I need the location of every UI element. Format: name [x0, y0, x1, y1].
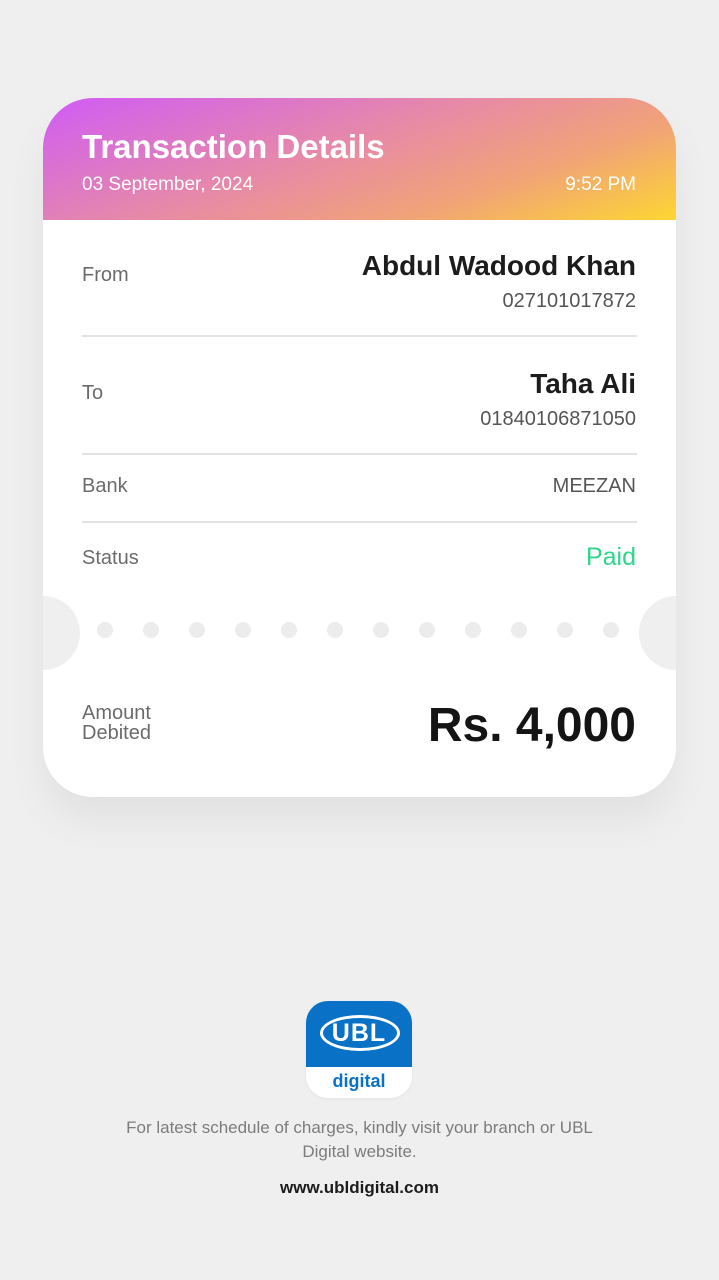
- bank-label: Bank: [82, 475, 128, 497]
- perforation-dot: [143, 622, 159, 638]
- transaction-card: Transaction Details 03 September, 2024 9…: [43, 98, 676, 797]
- logo-subtitle: digital: [332, 1071, 386, 1091]
- perforation-dot: [603, 622, 619, 638]
- ubl-digital-logo: UBL digital: [306, 1001, 412, 1098]
- bank-value: MEEZAN: [552, 475, 636, 497]
- amount-value: Rs. 4,000: [427, 699, 636, 752]
- from-name: Abdul Wadood Khan: [361, 250, 636, 281]
- to-label: To: [82, 382, 104, 404]
- from-label: From: [82, 264, 129, 286]
- amount-label: Amount Debited: [82, 702, 151, 744]
- divider: [82, 521, 637, 523]
- perforation-dot: [557, 622, 573, 638]
- logo-text: UBL: [331, 1019, 387, 1047]
- status-badge: Paid: [585, 543, 636, 571]
- perforation-dot: [281, 622, 297, 638]
- divider: [82, 335, 637, 337]
- perforation-dot: [419, 622, 435, 638]
- ticket-notch-right: [639, 596, 676, 670]
- status-label: Status: [82, 547, 139, 569]
- to-name: Taha Ali: [530, 368, 636, 399]
- transaction-date: 03 September, 2024: [82, 174, 254, 195]
- ticket-notch-left: [43, 596, 80, 670]
- perforation-dot: [511, 622, 527, 638]
- perforation-dot: [465, 622, 481, 638]
- to-account: 01840106871050: [480, 408, 636, 430]
- perforation-dot: [97, 622, 113, 638]
- logo-badge: UBL: [306, 1001, 412, 1067]
- page-title: Transaction Details: [82, 128, 385, 165]
- perforation-dot: [373, 622, 389, 638]
- transaction-time: 9:52 PM: [565, 174, 636, 195]
- card-header: Transaction Details 03 September, 2024 9…: [43, 98, 676, 220]
- website-link[interactable]: www.ubldigital.com: [0, 1178, 719, 1198]
- from-account: 027101017872: [502, 290, 636, 312]
- divider: [82, 453, 637, 455]
- perforation-dot: [189, 622, 205, 638]
- footer-note: For latest schedule of charges, kindly v…: [126, 1118, 593, 1161]
- perforation-dot: [235, 622, 251, 638]
- perforation-dot: [327, 622, 343, 638]
